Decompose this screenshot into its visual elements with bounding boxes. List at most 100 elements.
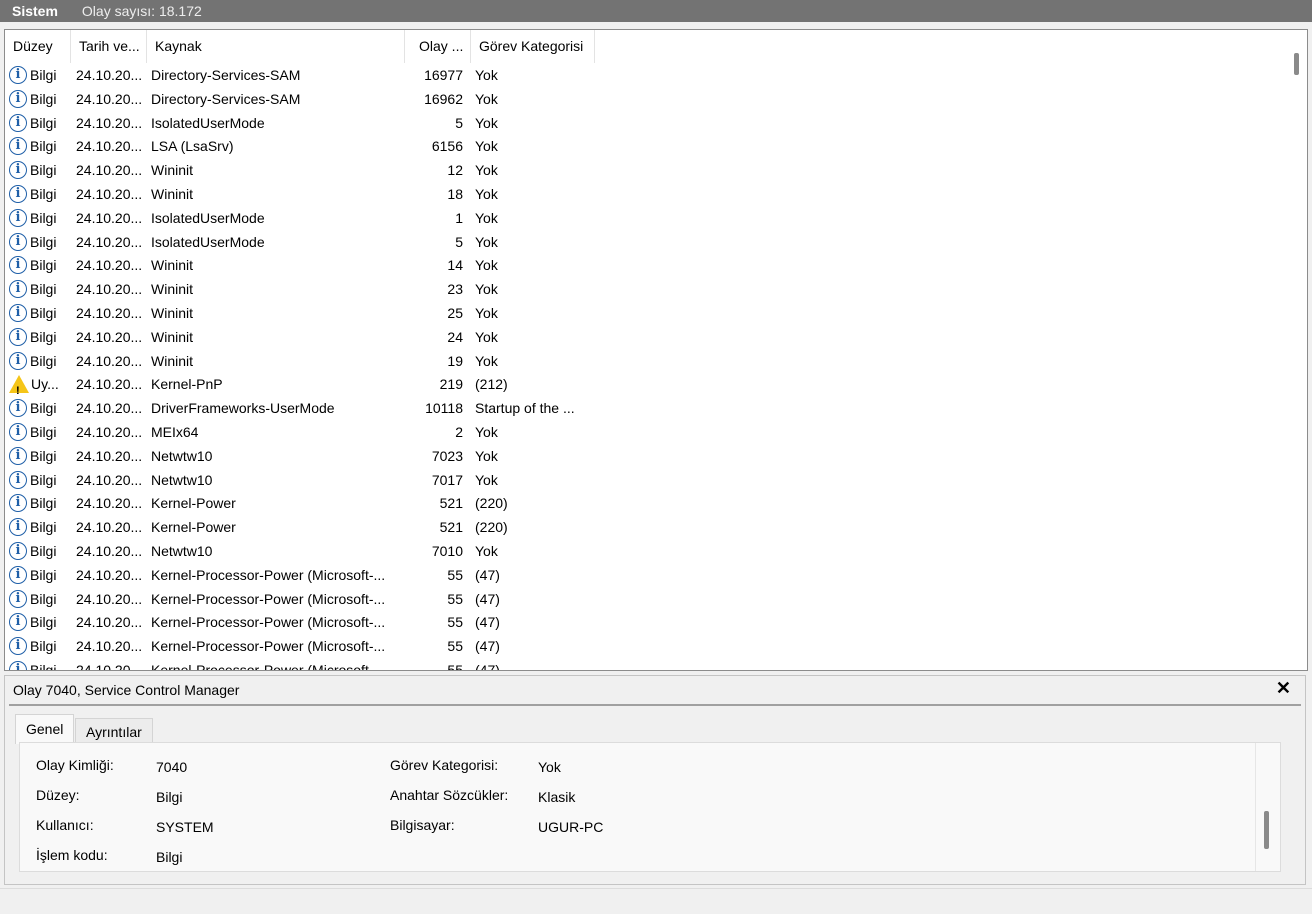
- table-row[interactable]: i Bilgi 24.10.20... Wininit 12 Yok: [5, 158, 1285, 182]
- level-text: Bilgi: [30, 662, 57, 671]
- info-icon: i: [9, 280, 27, 299]
- table-row[interactable]: i Bilgi 24.10.20... Netwtw10 7010 Yok: [5, 539, 1285, 563]
- event-id-cell: 23: [447, 281, 463, 298]
- table-row[interactable]: i Bilgi 24.10.20... IsolatedUserMode 1 Yok: [5, 206, 1285, 230]
- table-row[interactable]: i Bilgi 24.10.20... Kernel-Power 521 (220): [5, 491, 1285, 515]
- task-category-cell: Yok: [475, 352, 498, 369]
- date-cell: 24.10.20...: [76, 90, 143, 107]
- table-row[interactable]: ! Uy... 24.10.20... Kernel-PnP 219 (212): [5, 372, 1285, 396]
- level-cell: i Bilgi: [9, 63, 71, 87]
- task-category-cell: (212): [475, 376, 508, 393]
- table-row[interactable]: i Bilgi 24.10.20... Directory-Services-SAM 1…: [5, 87, 1285, 111]
- level-text: Bilgi: [30, 328, 57, 345]
- info-icon: i: [9, 351, 27, 370]
- source-cell: MEIx64: [151, 424, 199, 440]
- table-row[interactable]: i Bilgi 24.10.20... MEIx64 2 Yok: [5, 420, 1285, 444]
- level-cell: i Bilgi: [9, 444, 71, 468]
- level-text: Bilgi: [30, 590, 57, 607]
- column-header-source[interactable]: Kaynak: [147, 30, 405, 63]
- panel-scrollbar[interactable]: [1255, 743, 1276, 871]
- table-row[interactable]: i Bilgi 24.10.20... Wininit 23 Yok: [5, 277, 1285, 301]
- date-cell: 24.10.20...: [76, 186, 143, 202]
- tab-details[interactable]: Ayrıntılar: [75, 718, 153, 744]
- source-cell: Kernel-Processor-Power (Microsoft-...: [151, 662, 386, 671]
- date-cell: 24.10.20...: [76, 566, 143, 583]
- task-category-cell: Yok: [475, 138, 498, 155]
- table-row[interactable]: i Bilgi 24.10.20... IsolatedUserMode 5 Yok: [5, 230, 1285, 254]
- event-id-cell: 18: [447, 186, 463, 202]
- event-id-value: 7040: [156, 759, 188, 775]
- table-row[interactable]: i Bilgi 24.10.20... Directory-Services-SAM 1…: [5, 63, 1285, 87]
- table-row[interactable]: i Bilgi 24.10.20... DriverFrameworks-UserMo…: [5, 396, 1285, 420]
- source-cell: Directory-Services-SAM: [151, 90, 301, 107]
- table-row[interactable]: i Bilgi 24.10.20... Kernel-Processor-Power …: [5, 658, 1285, 671]
- level-cell: i Bilgi: [9, 230, 71, 254]
- table-row[interactable]: i Bilgi 24.10.20... Wininit 24 Yok: [5, 325, 1285, 349]
- event-id-cell: 6156: [431, 138, 463, 155]
- table-row[interactable]: i Bilgi 24.10.20... Netwtw10 7023 Yok: [5, 444, 1285, 468]
- table-row[interactable]: i Bilgi 24.10.20... Kernel-Power 521 (220): [5, 515, 1285, 539]
- table-row[interactable]: i Bilgi 24.10.20... Wininit 19 Yok: [5, 349, 1285, 373]
- table-row[interactable]: i Bilgi 24.10.20... Wininit 14 Yok: [5, 253, 1285, 277]
- table-row[interactable]: i Bilgi 24.10.20... Kernel-Processor-Power …: [5, 610, 1285, 634]
- source-cell: IsolatedUserMode: [151, 114, 265, 131]
- date-cell: 24.10.20...: [76, 209, 143, 226]
- column-header-level[interactable]: Düzey: [5, 30, 71, 63]
- event-detail-pane: Olay 7040, Service Control Manager ✕ Gen…: [4, 675, 1306, 885]
- table-row[interactable]: i Bilgi 24.10.20... LSA (LsaSrv) 6156 Yok: [5, 134, 1285, 158]
- level-text: Bilgi: [30, 400, 57, 417]
- level-cell: i Bilgi: [9, 420, 71, 444]
- column-header-task-category[interactable]: Görev Kategorisi: [471, 30, 595, 63]
- info-icon: i: [9, 137, 27, 156]
- task-category-label: Görev Kategorisi:: [390, 757, 499, 773]
- close-icon[interactable]: ✕: [1276, 678, 1291, 699]
- level-cell: i Bilgi: [9, 253, 71, 277]
- source-cell: Wininit: [151, 162, 194, 179]
- table-row[interactable]: i Bilgi 24.10.20... Kernel-Processor-Power …: [5, 587, 1285, 611]
- table-row[interactable]: i Bilgi 24.10.20... IsolatedUserMode 5 Yok: [5, 111, 1285, 135]
- tab-general[interactable]: Genel: [15, 714, 75, 744]
- task-category-cell: Yok: [475, 281, 498, 298]
- date-cell: 24.10.20...: [76, 590, 143, 607]
- source-cell: Wininit: [151, 257, 194, 274]
- level-text: Bilgi: [30, 257, 57, 274]
- date-cell: 24.10.20...: [76, 662, 143, 671]
- task-category-cell: (220): [475, 495, 508, 512]
- info-icon: i: [9, 256, 27, 275]
- level-text: Bilgi: [30, 305, 57, 321]
- table-row[interactable]: i Bilgi 24.10.20... Kernel-Processor-Power …: [5, 563, 1285, 587]
- panel-scrollbar-thumb[interactable]: [1264, 811, 1269, 849]
- task-category-cell: Yok: [475, 186, 498, 202]
- table-row[interactable]: i Bilgi 24.10.20... Wininit 18 Yok: [5, 182, 1285, 206]
- level-cell: i Bilgi: [9, 87, 71, 111]
- column-header-event-id[interactable]: Olay ...: [405, 30, 471, 63]
- task-category-cell: (47): [475, 638, 500, 655]
- source-cell: Netwtw10: [151, 543, 213, 559]
- source-cell: Netwtw10: [151, 471, 213, 488]
- info-icon: i: [9, 66, 27, 84]
- vertical-scrollbar[interactable]: [1287, 30, 1307, 670]
- task-category-cell: (47): [475, 566, 500, 583]
- table-row[interactable]: i Bilgi 24.10.20... Netwtw10 7017 Yok: [5, 468, 1285, 492]
- events-grid[interactable]: Düzey Tarih ve... Kaynak Olay ... Görev …: [4, 29, 1308, 671]
- level-cell: i Bilgi: [9, 182, 71, 206]
- info-icon: i: [9, 661, 27, 670]
- info-icon: i: [9, 494, 27, 513]
- date-cell: 24.10.20...: [76, 424, 143, 440]
- event-id-cell: 7017: [431, 471, 463, 488]
- level-cell: i Bilgi: [9, 658, 71, 671]
- event-count: Olay sayısı: 18.172: [81, 3, 202, 19]
- table-row[interactable]: i Bilgi 24.10.20... Kernel-Processor-Power …: [5, 634, 1285, 658]
- event-id-cell: 5: [455, 114, 463, 131]
- scrollbar-thumb[interactable]: [1294, 53, 1299, 75]
- event-id-cell: 55: [447, 590, 463, 607]
- event-id-cell: 55: [447, 638, 463, 655]
- level-cell: i Bilgi: [9, 277, 71, 301]
- event-id-cell: 5: [455, 233, 463, 250]
- column-header-date[interactable]: Tarih ve...: [71, 30, 147, 63]
- table-row[interactable]: i Bilgi 24.10.20... Wininit 25 Yok: [5, 301, 1285, 325]
- source-cell: Kernel-Power: [151, 519, 236, 536]
- source-cell: Kernel-Processor-Power (Microsoft-...: [151, 638, 386, 655]
- level-label: Düzey:: [36, 787, 80, 803]
- source-cell: DriverFrameworks-UserMode: [151, 400, 335, 417]
